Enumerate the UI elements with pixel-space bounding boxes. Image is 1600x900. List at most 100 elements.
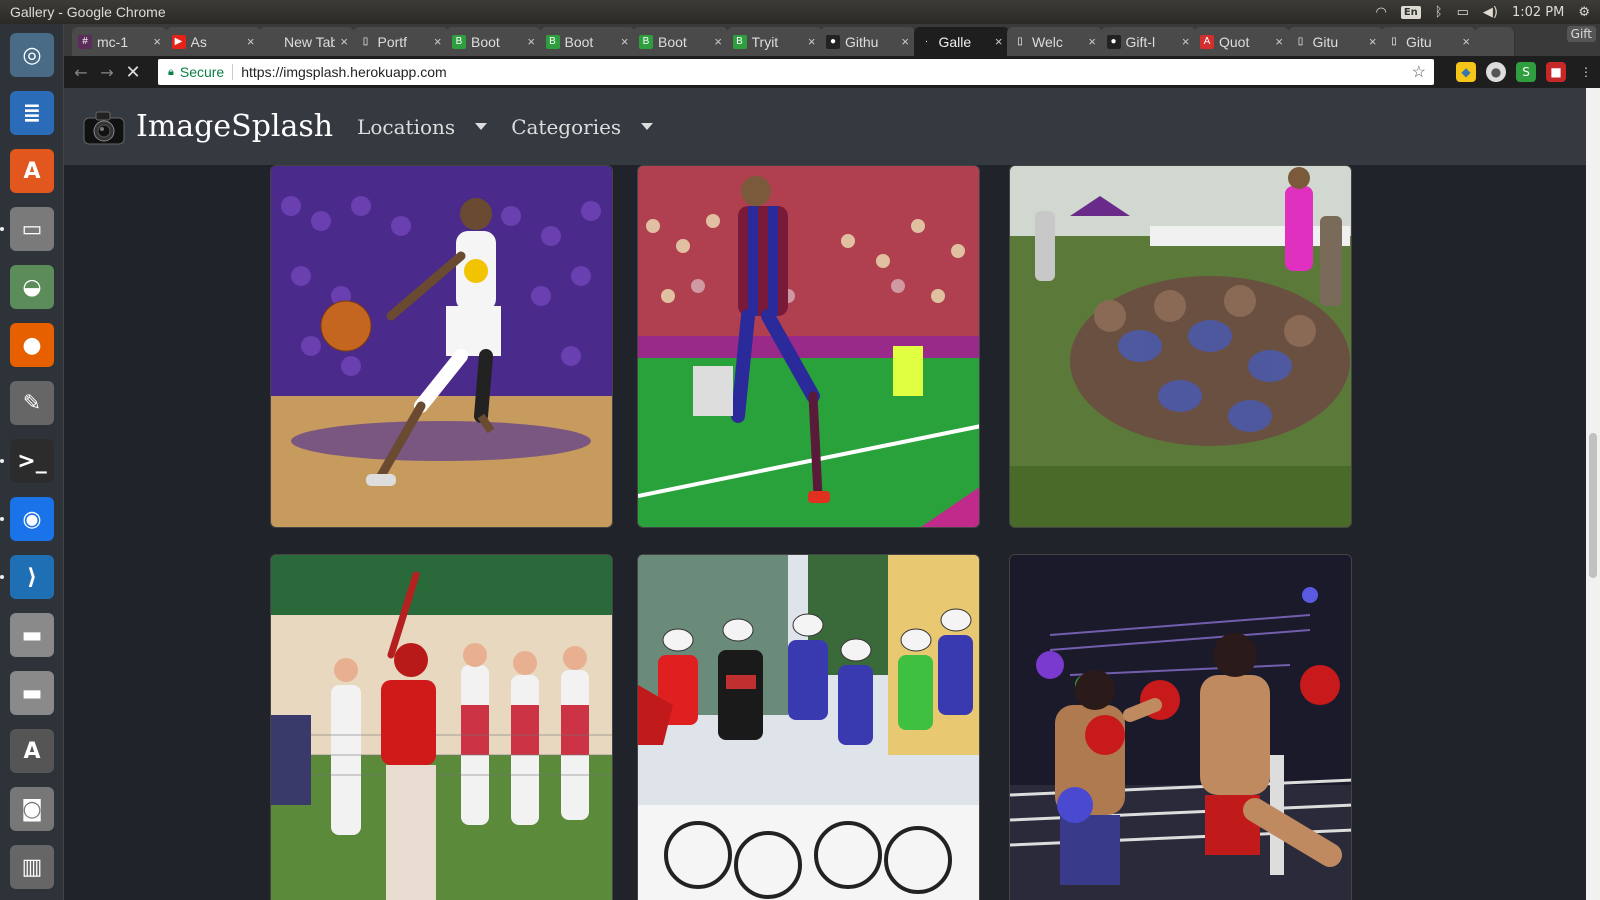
tab-label[interactable]: Gift-l [1126,34,1177,50]
gallery-card-rugby[interactable] [1009,165,1352,528]
address-bar[interactable]: 🔒︎ Secure https://imgsplash.herokuapp.co… [158,59,1434,85]
lock-icon[interactable]: 🔒︎ [168,66,174,79]
tab-label[interactable]: Boot [658,34,709,50]
back-button[interactable]: ← [68,63,94,82]
baseball-image[interactable] [271,555,613,900]
camera-app-icon[interactable]: ◙ [6,784,58,834]
chevron-down-icon[interactable] [475,123,488,130]
gallery-card-cycling[interactable] [637,554,980,900]
tab-label[interactable]: New Tab [284,34,335,50]
volume-icon[interactable]: ◀) [1483,5,1498,20]
close-tab-icon[interactable]: × [1369,34,1377,49]
browser-tab[interactable]: B Boot × [446,27,542,56]
locations-label[interactable]: Locations [357,115,455,139]
brand-link[interactable]: ImageSplash [82,108,333,146]
browser-tab[interactable]: # mc-1 × [72,27,168,56]
tab-label[interactable]: Boot [565,34,616,50]
tab-label[interactable]: As [191,34,242,50]
bluetooth-icon[interactable]: ᛒ [1435,5,1443,20]
record-extension-icon[interactable]: ■ [1546,62,1566,82]
chrome-icon[interactable]: ◉ [6,494,58,544]
gallery-card-boxing[interactable] [1009,554,1352,900]
cycling-image[interactable] [638,555,980,900]
locations-dropdown[interactable]: Locations [357,115,488,139]
tab-label[interactable]: Quot [1219,34,1270,50]
tab-label[interactable]: Boot [471,34,522,50]
wifi-icon[interactable]: ◠ [1375,5,1386,20]
close-tab-icon[interactable]: × [1182,34,1190,49]
brand-name[interactable]: ImageSplash [136,109,333,144]
tab-label[interactable]: Githu [845,34,896,50]
close-tab-icon[interactable]: × [995,34,1003,49]
gallery-card-soccer[interactable] [637,165,980,528]
browser-tab[interactable]: · Galle × [913,27,1010,56]
browser-tab[interactable]: ● Githu × [820,27,916,56]
categories-dropdown[interactable]: Categories [511,115,654,139]
categories-label[interactable]: Categories [511,115,621,139]
close-tab-icon[interactable]: × [808,34,816,49]
close-tab-icon[interactable]: × [247,34,255,49]
tab-label[interactable]: Tryit [752,34,803,50]
disk-drive-icon-2[interactable]: ▬ [6,668,58,718]
browser-tab[interactable]: ▯ Gitu × [1381,27,1477,56]
disk-drive-icon[interactable]: ▬ [6,610,58,660]
vscode-icon[interactable]: ⟩ [6,552,58,602]
close-tab-icon[interactable]: × [714,34,722,49]
writer-icon[interactable]: ≣ [6,88,58,138]
disk-usage-icon[interactable]: ◒ [6,262,58,312]
close-tab-icon[interactable]: × [621,34,629,49]
python-extension-icon[interactable]: ◆ [1456,62,1476,82]
soccer-image[interactable] [638,166,980,528]
tab-label[interactable]: Gitu [1313,34,1364,50]
menu-icon[interactable]: ⋮ [1576,62,1596,82]
trash-icon[interactable]: ▥ [6,842,58,892]
close-tab-icon[interactable]: × [1275,34,1283,49]
profile-button[interactable]: Gift [1566,26,1596,42]
files-icon[interactable]: ▭ [6,204,58,254]
terminal-icon[interactable]: >_ [6,436,58,486]
software-center-icon[interactable]: A [6,146,58,196]
vertical-scrollbar[interactable] [1586,88,1600,900]
close-tab-icon[interactable]: × [153,34,161,49]
browser-tab[interactable]: B Boot × [539,27,636,56]
secure-label[interactable]: Secure [180,64,224,80]
tab-label[interactable]: mc-1 [97,34,148,50]
rugby-image[interactable] [1010,166,1352,528]
s-extension-icon[interactable]: S [1516,62,1536,82]
bookmark-star-icon[interactable]: ☆ [1412,62,1426,82]
firefox-icon[interactable]: ● [6,320,58,370]
settings-icon[interactable]: ✎ [6,378,58,428]
url-text[interactable]: https://imgsplash.herokuapp.com [241,64,446,80]
stop-button[interactable]: ✕ [120,62,146,83]
new-tab-button[interactable] [1474,27,1515,56]
browser-tab[interactable]: ▯ Gitu × [1287,27,1384,56]
browser-tab[interactable]: B Boot × [633,27,729,56]
clock[interactable]: 1:02 PM [1512,5,1564,20]
browser-tab[interactable]: B Tryit × [726,27,823,56]
extension-circle-icon[interactable]: ● [1486,62,1506,82]
tab-label[interactable]: Gitu [1406,34,1457,50]
close-tab-icon[interactable]: × [340,34,348,49]
close-tab-icon[interactable]: × [1462,34,1470,49]
chevron-down-icon[interactable] [641,123,654,130]
ubuntu-dash-icon[interactable]: ◎ [6,30,58,80]
keyboard-indicator[interactable]: En [1400,5,1421,19]
scrollbar-thumb[interactable] [1589,433,1597,578]
tab-label[interactable]: Portf [378,34,429,50]
browser-tab[interactable]: ▶ As × [165,27,262,56]
browser-tab[interactable]: New Tab × [259,27,355,56]
gallery-card-basketball[interactable] [270,165,613,528]
boxing-image[interactable] [1010,555,1352,900]
updater-icon[interactable]: A [6,726,58,776]
battery-icon[interactable]: ▭ [1457,5,1469,20]
close-tab-icon[interactable]: × [434,34,442,49]
close-tab-icon[interactable]: × [527,34,535,49]
gallery-card-baseball[interactable] [270,554,613,900]
browser-tab[interactable]: ▯ Welc × [1007,27,1103,56]
close-tab-icon[interactable]: × [901,34,909,49]
tab-label[interactable]: Galle [939,34,990,50]
browser-tab[interactable]: ▯ Portf × [352,27,449,56]
browser-tab[interactable]: A Quot × [1194,27,1290,56]
basketball-image[interactable] [271,166,613,528]
close-tab-icon[interactable]: × [1088,34,1096,49]
